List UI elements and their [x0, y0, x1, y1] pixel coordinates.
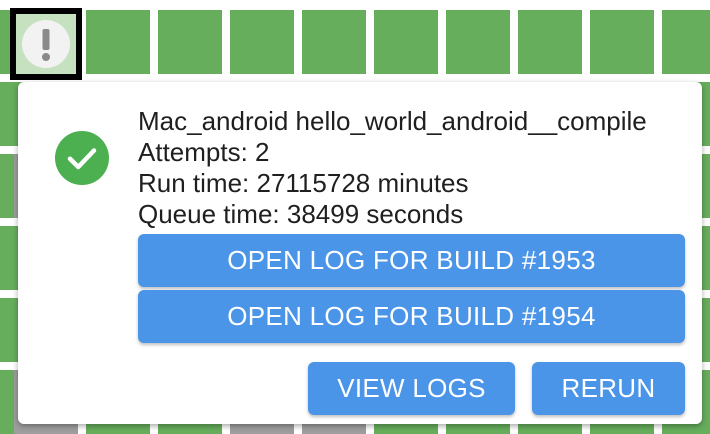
open-log-button-1954[interactable]: OPEN LOG FOR BUILD #1954 — [138, 290, 685, 343]
task-cell[interactable] — [158, 10, 222, 74]
view-logs-button[interactable]: VIEW LOGS — [308, 362, 515, 415]
task-info: Mac_android hello_world_android__compile… — [138, 106, 647, 230]
open-log-button-1953[interactable]: OPEN LOG FOR BUILD #1953 — [138, 234, 685, 287]
task-name: Mac_android hello_world_android__compile — [138, 106, 647, 136]
rerun-button[interactable]: RERUN — [532, 362, 685, 415]
task-cell[interactable] — [518, 10, 582, 74]
task-cell[interactable] — [446, 10, 510, 74]
run-time-text: Run time: 27115728 minutes — [138, 168, 469, 198]
check-icon — [55, 131, 109, 185]
task-cell[interactable] — [590, 10, 654, 74]
task-cell[interactable] — [374, 10, 438, 74]
task-cell[interactable] — [302, 10, 366, 74]
alert-icon — [22, 20, 70, 68]
task-cell[interactable] — [662, 10, 710, 74]
queue-time-text: Queue time: 38499 seconds — [138, 199, 464, 229]
task-details-card: Mac_android hello_world_android__compile… — [18, 82, 702, 424]
task-cell[interactable] — [230, 10, 294, 74]
attempts-text: Attempts: 2 — [138, 137, 270, 167]
selected-task-cell[interactable] — [10, 8, 82, 80]
task-cell[interactable] — [86, 10, 150, 74]
